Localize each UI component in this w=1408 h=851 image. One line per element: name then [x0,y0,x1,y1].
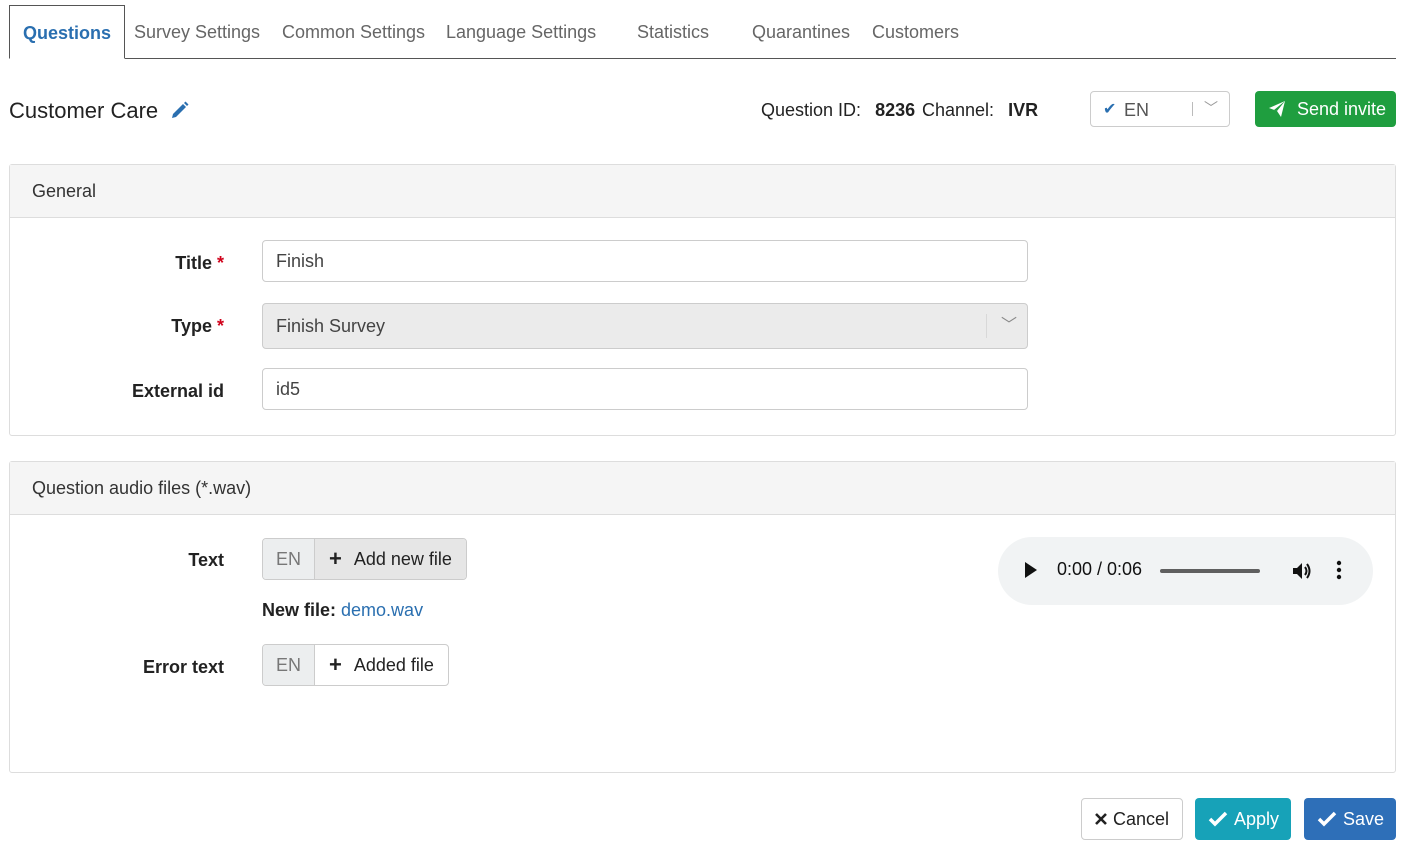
question-id-label: Question ID: [761,100,862,120]
new-file-link[interactable]: demo.wav [341,600,423,620]
chevron-down-icon: ﹀ [1204,100,1218,116]
new-file-label: New file: [262,600,337,620]
text-file-group: EN + Add new file [262,538,467,580]
channel: Channel: IVR [922,100,1038,121]
player-time: 0:00 / 0:06 [1057,559,1143,579]
add-new-file-label: Add new file [353,549,452,569]
play-icon[interactable] [1024,561,1038,584]
added-file-label: Added file [353,655,434,675]
channel-label: Channel: [922,100,995,120]
text-label: Text [188,550,224,570]
close-icon [1095,813,1107,825]
apply-button[interactable]: Apply [1195,798,1291,840]
added-file-button[interactable]: + Added file [315,645,448,685]
tab-quarantines[interactable]: Quarantines [752,5,850,59]
save-button[interactable]: Save [1304,798,1396,840]
language-select[interactable]: ✔ EN ﹀ [1090,91,1230,127]
tab-statistics[interactable]: Statistics [637,5,709,59]
page-title: Customer Care [9,98,159,123]
audio-panel: Question audio files (*.wav) Text EN + A… [9,461,1396,773]
tab-survey-settings[interactable]: Survey Settings [134,5,260,59]
error-file-group: EN + Added file [262,644,449,686]
required-mark: * [216,253,224,273]
external-id-label: External id [131,381,224,401]
pencil-icon[interactable] [170,100,190,120]
check-icon [1317,811,1337,827]
paper-plane-icon [1268,100,1286,123]
audio-player: 0:00 / 0:06 [998,537,1373,605]
plus-icon: + [329,652,342,677]
text-lang: EN [263,539,315,579]
tab-bar: Questions Survey Settings Common Setting… [9,5,1396,59]
type-select[interactable]: Finish Survey ﹀ [262,303,1028,349]
chevron-down-icon: ﹀ [1000,317,1017,334]
save-label: Save [1343,808,1385,829]
title-input[interactable]: Finish [262,240,1028,282]
check-icon: ✔ [1103,101,1117,118]
select-separator [986,314,987,338]
select-separator [1192,102,1193,116]
audio-heading: Question audio files (*.wav) [10,462,1395,515]
required-mark: * [216,316,224,336]
type-label: Type * [24,316,224,337]
send-invite-label: Send invite [1297,99,1387,119]
check-icon [1208,811,1228,827]
new-file-info: New file: demo.wav [262,600,423,621]
error-text-label: Error text [142,657,224,677]
external-id-input[interactable]: id5 [262,368,1028,410]
player-progress[interactable] [1160,569,1260,573]
tab-common-settings[interactable]: Common Settings [282,5,425,59]
question-id-value: 8236 [875,100,916,120]
add-new-file-button[interactable]: + Add new file [315,539,466,579]
channel-value: IVR [1008,100,1039,120]
send-invite-button[interactable]: Send invite [1255,91,1396,127]
language-select-value: EN [1124,100,1150,120]
tab-questions[interactable]: Questions [9,5,126,59]
type-label-text: Type [171,316,212,336]
error-lang: EN [263,645,315,685]
tab-language-settings[interactable]: Language Settings [446,5,596,59]
plus-icon: + [329,546,342,571]
general-heading: General [10,165,1395,218]
volume-icon[interactable] [1291,560,1313,587]
question-id: Question ID: 8236 [761,100,915,121]
title-label: Title * [24,253,224,274]
apply-label: Apply [1234,808,1280,829]
cancel-label: Cancel [1113,808,1170,829]
title-label-text: Title [175,253,212,273]
more-options-icon[interactable] [1336,559,1342,586]
tab-customers[interactable]: Customers [872,5,959,59]
general-panel: General Title * Finish Type * Finish Sur… [9,164,1396,436]
cancel-button[interactable]: Cancel [1081,798,1183,840]
type-select-value: Finish Survey [276,316,386,336]
